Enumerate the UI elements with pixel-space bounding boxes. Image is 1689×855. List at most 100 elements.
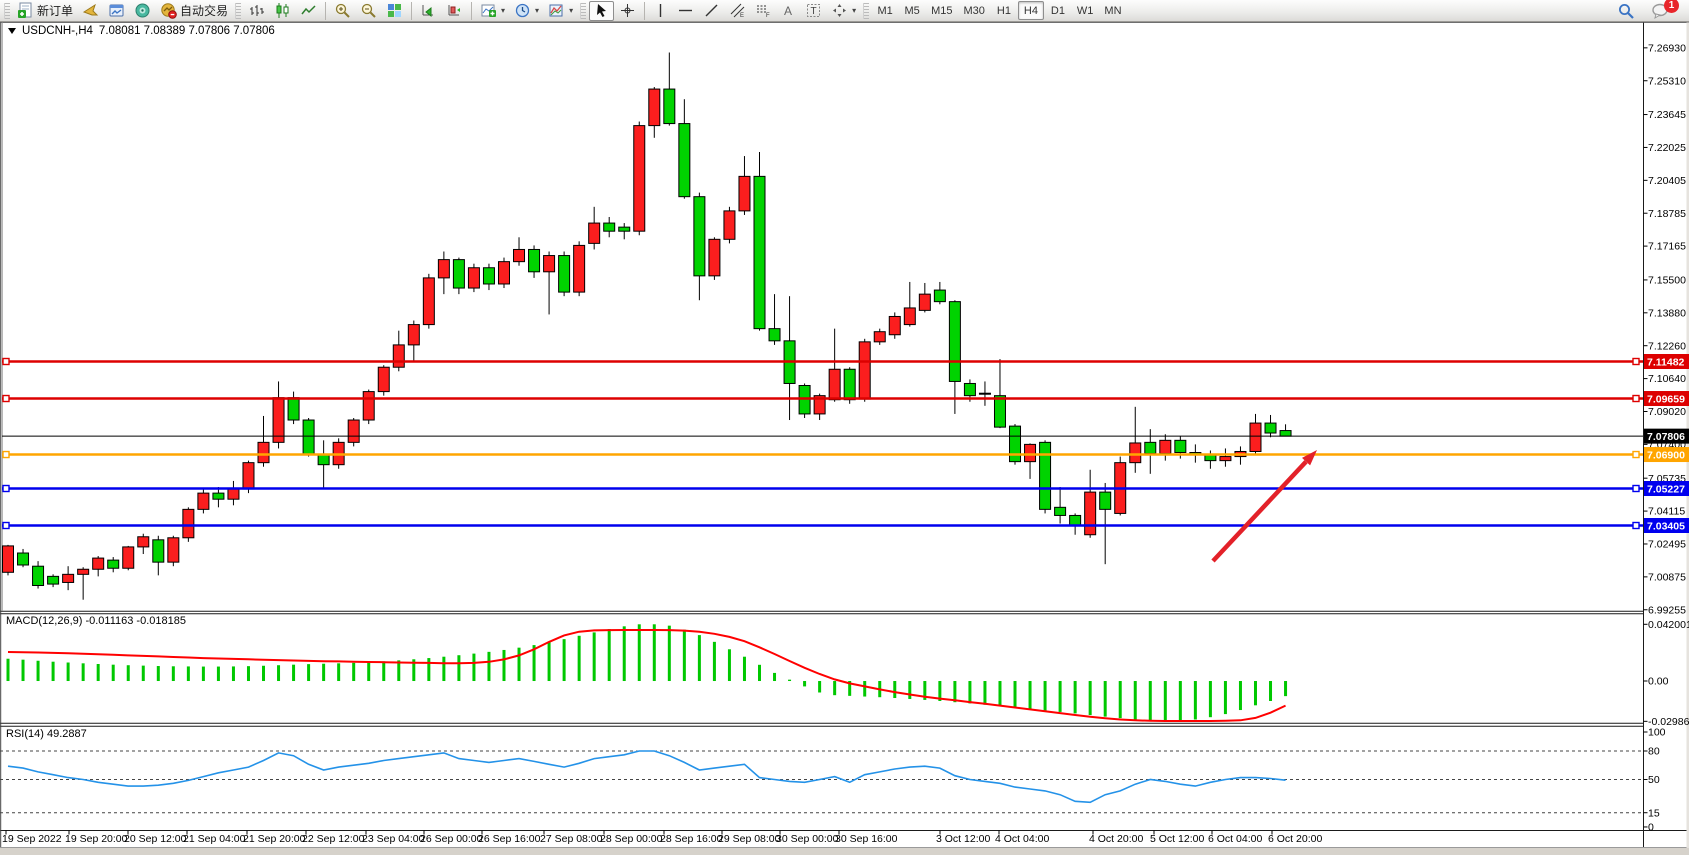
- svg-text:4 Oct 04:00: 4 Oct 04:00: [995, 833, 1049, 845]
- market-watch-button[interactable]: [130, 1, 155, 21]
- svg-text:29 Sep 08:00: 29 Sep 08:00: [718, 833, 781, 845]
- timeframe-d1-button[interactable]: D1: [1045, 1, 1071, 20]
- zoom-in-button[interactable]: [330, 1, 355, 21]
- price-chart-canvas[interactable]: 7.269307.253107.236457.220257.204057.187…: [0, 0, 1689, 855]
- styler-button[interactable]: [78, 1, 103, 21]
- svg-text:100: 100: [1648, 727, 1666, 739]
- vertical-line-tool-button[interactable]: [649, 1, 672, 21]
- svg-text:5 Oct 12:00: 5 Oct 12:00: [1150, 833, 1204, 845]
- chart-menu-icon[interactable]: [8, 28, 16, 34]
- crosshair-tool-button[interactable]: [615, 1, 640, 21]
- timeframe-h1-button[interactable]: H1: [991, 1, 1017, 20]
- svg-text:7.23645: 7.23645: [1648, 109, 1686, 121]
- toolbar-grip[interactable]: [580, 3, 586, 19]
- text-label-tool-button[interactable]: T: [801, 1, 826, 21]
- text-tool-button[interactable]: A: [777, 1, 800, 21]
- line-chart-icon: [300, 2, 317, 19]
- zoom-in-icon: [334, 2, 351, 19]
- time-axis: 19 Sep 202219 Sep 20:0020 Sep 12:0021 Se…: [2, 831, 1322, 846]
- timeframe-m1-button[interactable]: M1: [872, 1, 898, 20]
- svg-text:F: F: [766, 13, 770, 19]
- arrows-shapes-icon: [831, 2, 848, 19]
- auto-trading-icon: [160, 2, 177, 19]
- cursor-tool-button[interactable]: [589, 1, 614, 21]
- svg-text:7.17165: 7.17165: [1648, 241, 1686, 253]
- auto-scroll-button[interactable]: [416, 1, 441, 21]
- toolbar-grip[interactable]: [4, 3, 10, 19]
- dropdown-caret-icon: ▾: [852, 6, 856, 15]
- periods-button[interactable]: ▾: [510, 1, 543, 21]
- svg-text:26 Sep 16:00: 26 Sep 16:00: [478, 833, 541, 845]
- svg-text:20 Sep 12:00: 20 Sep 12:00: [124, 833, 187, 845]
- trendline-tool-button[interactable]: [699, 1, 724, 21]
- main-toolbar: 新订单 自动交易: [0, 0, 1689, 22]
- svg-text:7.13880: 7.13880: [1648, 307, 1686, 319]
- svg-text:7.09020: 7.09020: [1648, 406, 1686, 418]
- zoom-out-button[interactable]: [356, 1, 381, 21]
- vertical-line-icon: [653, 2, 668, 19]
- svg-text:7.07806: 7.07806: [1647, 431, 1685, 443]
- timeframe-m30-button[interactable]: M30: [959, 1, 990, 20]
- quotes-icon: [134, 2, 151, 19]
- text-icon: A: [781, 2, 796, 19]
- chart-shift-button[interactable]: [442, 1, 467, 21]
- text-label-icon: T: [805, 2, 822, 19]
- cursor-icon: [593, 2, 610, 19]
- svg-text:7.20405: 7.20405: [1648, 175, 1686, 187]
- shapes-tool-button[interactable]: ▾: [827, 1, 860, 21]
- candle-chart-mode-button[interactable]: [270, 1, 295, 21]
- svg-text:7.10640: 7.10640: [1648, 373, 1686, 385]
- indicators-button[interactable]: ▾: [476, 1, 509, 21]
- svg-text:7.26930: 7.26930: [1648, 42, 1686, 54]
- svg-text:30 Sep 16:00: 30 Sep 16:00: [835, 833, 898, 845]
- notifications-button[interactable]: 1: [1647, 1, 1673, 21]
- svg-text:A: A: [784, 4, 792, 18]
- svg-text:21 Sep 20:00: 21 Sep 20:00: [243, 833, 306, 845]
- new-order-icon: [17, 2, 34, 19]
- candlestick-icon: [274, 2, 291, 19]
- timeframe-group: M1M5M15M30H1H4D1W1MN: [872, 1, 1126, 20]
- toolbar-grip[interactable]: [235, 3, 241, 19]
- channel-tool-button[interactable]: E: [725, 1, 750, 21]
- template-icon: [548, 2, 565, 19]
- clock-icon: [514, 2, 531, 19]
- chart-window-icon: [108, 2, 125, 19]
- gold-pointer-icon: [82, 2, 99, 19]
- timeframe-m5-button[interactable]: M5: [899, 1, 925, 20]
- toolbar-grip[interactable]: [863, 3, 869, 19]
- line-chart-mode-button[interactable]: [296, 1, 321, 21]
- auto-trading-button[interactable]: 自动交易: [156, 1, 232, 21]
- trendline-icon: [703, 2, 720, 19]
- svg-text:0.00: 0.00: [1648, 676, 1669, 688]
- svg-text:7.18785: 7.18785: [1648, 208, 1686, 220]
- svg-text:7.04115: 7.04115: [1648, 506, 1685, 518]
- horizontal-line-tool-button[interactable]: [673, 1, 698, 21]
- svg-text:19 Sep 20:00: 19 Sep 20:00: [65, 833, 128, 845]
- fibonacci-tool-button[interactable]: F: [751, 1, 776, 21]
- svg-text:23 Sep 04:00: 23 Sep 04:00: [362, 833, 425, 845]
- timeframe-m15-button[interactable]: M15: [926, 1, 957, 20]
- svg-text:7.25310: 7.25310: [1648, 75, 1686, 87]
- crosshair-icon: [619, 2, 636, 19]
- bar-chart-mode-button[interactable]: [244, 1, 269, 21]
- charts-button[interactable]: [104, 1, 129, 21]
- svg-text:7.15500: 7.15500: [1648, 275, 1686, 287]
- svg-text:27 Sep 08:00: 27 Sep 08:00: [540, 833, 603, 845]
- svg-text:28 Sep 00:00: 28 Sep 00:00: [600, 833, 663, 845]
- svg-text:6.99255: 6.99255: [1648, 604, 1686, 616]
- svg-text:7.12260: 7.12260: [1648, 340, 1686, 352]
- timeframe-h4-button[interactable]: H4: [1018, 1, 1044, 20]
- timeframe-mn-button[interactable]: MN: [1099, 1, 1126, 20]
- svg-text:7.11482: 7.11482: [1647, 357, 1685, 369]
- svg-text:7.05227: 7.05227: [1647, 484, 1685, 496]
- tile-windows-button[interactable]: [382, 1, 407, 21]
- svg-text:RSI(14) 49.2887: RSI(14) 49.2887: [6, 728, 87, 740]
- svg-text:6 Oct 04:00: 6 Oct 04:00: [1208, 833, 1262, 845]
- timeframe-w1-button[interactable]: W1: [1072, 1, 1099, 20]
- new-order-button[interactable]: 新订单: [13, 1, 77, 21]
- notification-badge: 1: [1664, 0, 1679, 13]
- search-button[interactable]: [1613, 1, 1639, 21]
- bar-chart-icon: [248, 2, 265, 19]
- svg-text:T: T: [811, 6, 817, 17]
- templates-button[interactable]: ▾: [544, 1, 577, 21]
